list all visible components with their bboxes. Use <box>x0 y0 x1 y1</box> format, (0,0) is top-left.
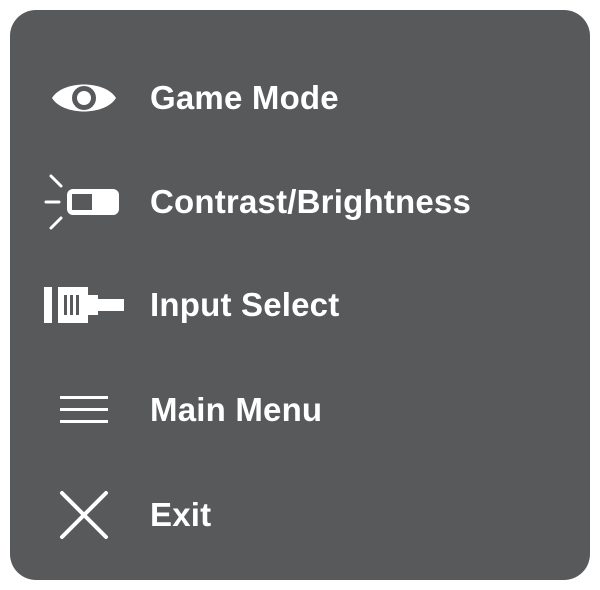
menu-item-label: Game Mode <box>150 79 339 116</box>
menu-item-game-mode[interactable]: Game Mode <box>10 58 590 138</box>
close-x-icon <box>38 475 130 555</box>
menu-item-exit[interactable]: Exit <box>10 475 590 555</box>
menu-item-main-menu[interactable]: Main Menu <box>10 370 590 450</box>
menu-item-input-select[interactable]: Input Select <box>10 265 590 345</box>
osd-quick-menu-panel: Game Mode Contrast/Brightness Input Sele… <box>10 10 590 580</box>
menu-item-label: Exit <box>150 496 212 533</box>
contrast-brightness-icon <box>38 162 130 242</box>
menu-item-label: Input Select <box>150 286 340 323</box>
quick-menu-list: Game Mode Contrast/Brightness Input Sele… <box>10 10 590 580</box>
hamburger-menu-icon <box>38 370 130 450</box>
menu-item-label: Contrast/Brightness <box>150 183 472 220</box>
menu-item-contrast-brightness[interactable]: Contrast/Brightness <box>10 162 590 242</box>
input-connector-icon <box>38 265 130 345</box>
eye-icon <box>38 58 130 138</box>
menu-item-label: Main Menu <box>150 391 323 428</box>
